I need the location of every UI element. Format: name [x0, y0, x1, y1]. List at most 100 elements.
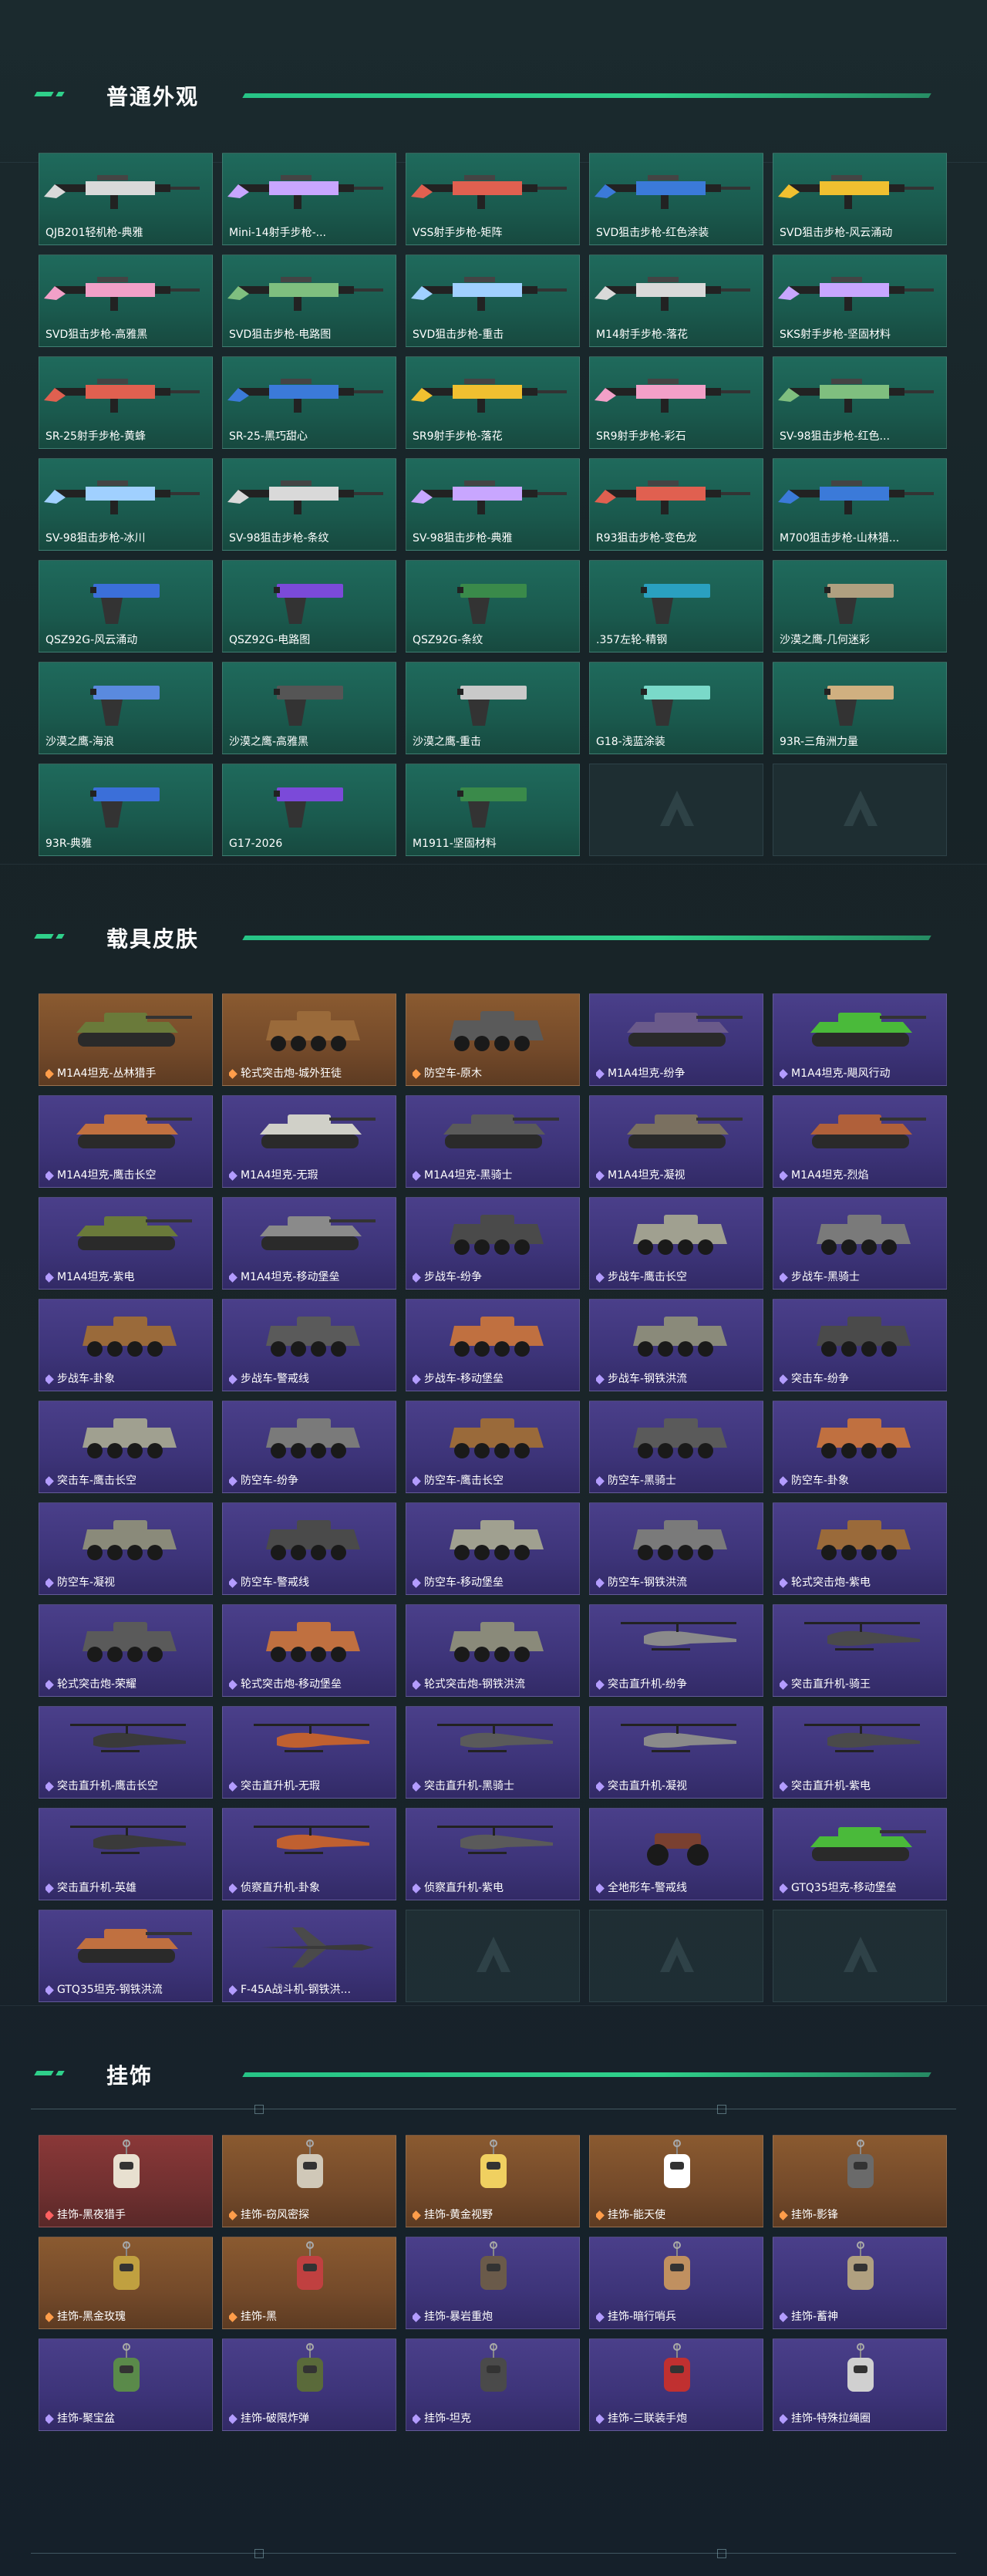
item-card[interactable]: 挂饰-蓄神 — [773, 2237, 947, 2329]
item-card[interactable]: SKS射手步枪-坚固材料 — [773, 255, 947, 347]
item-card[interactable]: 挂饰-黑 — [222, 2237, 396, 2329]
item-card[interactable]: G18-浅蓝涂装 — [589, 662, 763, 754]
item-card[interactable]: M1A4坦克-丛林猎手 — [39, 993, 213, 1086]
item-card[interactable]: M1A4坦克-纷争 — [589, 993, 763, 1086]
item-card[interactable]: QSZ92G-电路图 — [222, 560, 396, 652]
item-card[interactable]: 突击直升机-无瑕 — [222, 1706, 396, 1799]
item-card[interactable]: 挂饰-破限炸弹 — [222, 2338, 396, 2431]
item-card[interactable]: M14射手步枪-落花 — [589, 255, 763, 347]
item-card[interactable]: .357左轮-精钢 — [589, 560, 763, 652]
item-card[interactable]: 步战车-移动堡垒 — [406, 1299, 580, 1391]
item-card[interactable]: 防空车-凝视 — [39, 1502, 213, 1595]
item-card[interactable]: 挂饰-坦克 — [406, 2338, 580, 2431]
item-card[interactable]: 防空车-原木 — [406, 993, 580, 1086]
item-card[interactable]: 突击直升机-英雄 — [39, 1808, 213, 1900]
item-card[interactable]: VSS射手步枪-矩阵 — [406, 153, 580, 245]
item-card[interactable]: M1A4坦克-烈焰 — [773, 1095, 947, 1188]
item-card[interactable]: Mini-14射手步枪-... — [222, 153, 396, 245]
item-card[interactable]: M1A4坦克-黑骑士 — [406, 1095, 580, 1188]
item-card[interactable]: 防空车-警戒线 — [222, 1502, 396, 1595]
item-card[interactable]: 93R-三角洲力量 — [773, 662, 947, 754]
item-card[interactable]: 轮式突击炮-移动堡垒 — [222, 1604, 396, 1697]
item-card[interactable]: 步战车-警戒线 — [222, 1299, 396, 1391]
item-card[interactable]: 沙漠之鹰-高雅黑 — [222, 662, 396, 754]
item-card[interactable]: SV-98狙击步枪-红色... — [773, 356, 947, 449]
item-card[interactable]: 防空车-钢铁洪流 — [589, 1502, 763, 1595]
item-card[interactable]: SR-25射手步枪-黄蜂 — [39, 356, 213, 449]
item-card[interactable]: M1A4坦克-鹰击长空 — [39, 1095, 213, 1188]
item-card[interactable]: 防空车-卦象 — [773, 1401, 947, 1493]
item-card[interactable]: 防空车-移动堡垒 — [406, 1502, 580, 1595]
item-card[interactable]: 步战车-钢铁洪流 — [589, 1299, 763, 1391]
item-caption: 步战车-警戒线 — [229, 1372, 391, 1386]
item-card[interactable]: M1A4坦克-飓风行动 — [773, 993, 947, 1086]
item-card[interactable]: SV-98狙击步枪-冰川 — [39, 458, 213, 551]
item-card[interactable]: 挂饰-黑金玫瑰 — [39, 2237, 213, 2329]
item-card[interactable]: 轮式突击炮-钢铁洪流 — [406, 1604, 580, 1697]
item-card[interactable]: 挂饰-黑夜猎手 — [39, 2135, 213, 2227]
item-card[interactable]: 挂饰-黄金视野 — [406, 2135, 580, 2227]
item-card[interactable]: SV-98狙击步枪-典雅 — [406, 458, 580, 551]
item-card[interactable]: 步战车-黑骑士 — [773, 1197, 947, 1290]
item-image — [595, 277, 750, 311]
item-card[interactable]: 步战车-鹰击长空 — [589, 1197, 763, 1290]
rarity-diamond-icon — [229, 1781, 237, 1792]
item-card[interactable]: 突击车-鹰击长空 — [39, 1401, 213, 1493]
item-card[interactable]: 轮式突击炮-荣耀 — [39, 1604, 213, 1697]
item-card[interactable]: G17-2026 — [222, 764, 396, 856]
item-caption: M1911-坚固材料 — [413, 837, 574, 851]
item-card[interactable]: 突击直升机-纷争 — [589, 1604, 763, 1697]
item-card[interactable]: QSZ92G-条纹 — [406, 560, 580, 652]
item-card[interactable]: 突击直升机-黑骑士 — [406, 1706, 580, 1799]
item-card[interactable]: 防空车-纷争 — [222, 1401, 396, 1493]
item-card[interactable]: 挂饰-特殊拉绳圈 — [773, 2338, 947, 2431]
item-card[interactable]: 轮式突击炮-城外狂徒 — [222, 993, 396, 1086]
item-card[interactable]: GTQ35坦克-钢铁洪流 — [39, 1910, 213, 2002]
item-card[interactable]: 突击车-纷争 — [773, 1299, 947, 1391]
item-card[interactable]: M1A4坦克-凝视 — [589, 1095, 763, 1188]
item-card[interactable]: 突击直升机-鹰击长空 — [39, 1706, 213, 1799]
item-card[interactable]: 沙漠之鹰-重击 — [406, 662, 580, 754]
item-card[interactable]: SVD狙击步枪-高雅黑 — [39, 255, 213, 347]
item-card[interactable]: SR9射手步枪-彩石 — [589, 356, 763, 449]
item-card[interactable]: M1A4坦克-移动堡垒 — [222, 1197, 396, 1290]
item-card[interactable]: SVD狙击步枪-电路图 — [222, 255, 396, 347]
item-card[interactable]: M1A4坦克-无瑕 — [222, 1095, 396, 1188]
item-card[interactable]: 步战车-纷争 — [406, 1197, 580, 1290]
item-card[interactable]: 挂饰-暗行哨兵 — [589, 2237, 763, 2329]
item-card[interactable]: 挂饰-暴岩重炮 — [406, 2237, 580, 2329]
item-card[interactable]: 突击直升机-紫电 — [773, 1706, 947, 1799]
item-card[interactable]: 93R-典雅 — [39, 764, 213, 856]
item-card[interactable]: SR9射手步枪-落花 — [406, 356, 580, 449]
item-card[interactable]: 突击直升机-凝视 — [589, 1706, 763, 1799]
item-card[interactable]: 突击直升机-骑王 — [773, 1604, 947, 1697]
rarity-diamond-icon — [45, 2311, 54, 2322]
item-card[interactable]: SR-25-黑巧甜心 — [222, 356, 396, 449]
item-card[interactable]: 侦察直升机-卦象 — [222, 1808, 396, 1900]
item-card[interactable]: 挂饰-聚宝盆 — [39, 2338, 213, 2431]
item-card[interactable]: QJB201轻机枪-典雅 — [39, 153, 213, 245]
item-card[interactable]: 沙漠之鹰-海浪 — [39, 662, 213, 754]
item-card[interactable]: F-45A战斗机-钢铁洪... — [222, 1910, 396, 2002]
item-card[interactable]: M1911-坚固材料 — [406, 764, 580, 856]
item-card[interactable]: R93狙击步枪-变色龙 — [589, 458, 763, 551]
item-card[interactable]: QSZ92G-风云涌动 — [39, 560, 213, 652]
item-card[interactable]: SVD狙击步枪-红色涂装 — [589, 153, 763, 245]
item-card[interactable]: 挂饰-能天使 — [589, 2135, 763, 2227]
item-card[interactable]: 挂饰-三联装手炮 — [589, 2338, 763, 2431]
item-card[interactable]: 沙漠之鹰-几何迷彩 — [773, 560, 947, 652]
item-card[interactable]: 挂饰-窃风密探 — [222, 2135, 396, 2227]
item-card[interactable]: 防空车-黑骑士 — [589, 1401, 763, 1493]
item-card[interactable]: SVD狙击步枪-重击 — [406, 255, 580, 347]
item-card[interactable]: SVD狙击步枪-风云涌动 — [773, 153, 947, 245]
item-card[interactable]: 挂饰-影锋 — [773, 2135, 947, 2227]
item-card[interactable]: 侦察直升机-紫电 — [406, 1808, 580, 1900]
item-card[interactable]: 全地形车-警戒线 — [589, 1808, 763, 1900]
item-card[interactable]: GTQ35坦克-移动堡垒 — [773, 1808, 947, 1900]
item-card[interactable]: M1A4坦克-紫电 — [39, 1197, 213, 1290]
item-card[interactable]: 防空车-鹰击长空 — [406, 1401, 580, 1493]
item-card[interactable]: M700狙击步枪-山林猎... — [773, 458, 947, 551]
item-card[interactable]: 轮式突击炮-紫电 — [773, 1502, 947, 1595]
item-card[interactable]: SV-98狙击步枪-条纹 — [222, 458, 396, 551]
item-card[interactable]: 步战车-卦象 — [39, 1299, 213, 1391]
